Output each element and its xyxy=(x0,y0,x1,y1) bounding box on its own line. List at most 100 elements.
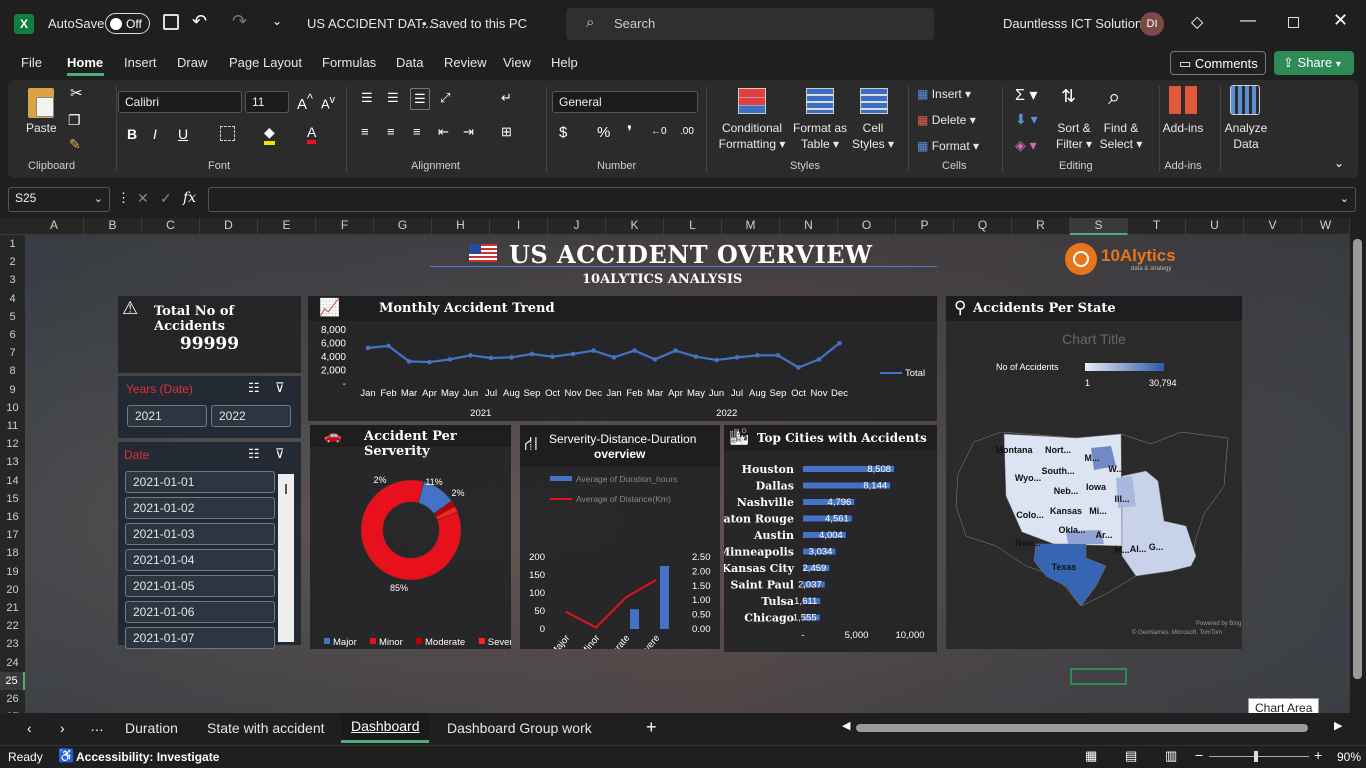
column-header-W[interactable]: W xyxy=(1302,218,1350,235)
years-slicer[interactable]: Years (Date) ☷ ⊽ 2021 2022 xyxy=(118,376,301,438)
dashboard-sheet[interactable]: US ACCIDENT OVERVIEW 10ALYTICS ANALYSIS … xyxy=(25,235,1350,713)
row-header-21[interactable]: 21 xyxy=(0,599,25,617)
sheet-tab-dashboard[interactable]: Dashboard xyxy=(351,718,420,734)
orientation-icon[interactable]: ⤢ xyxy=(440,90,450,106)
horizontal-scroll-thumb[interactable] xyxy=(856,724,1308,732)
column-header-A[interactable]: A xyxy=(25,218,84,235)
format-painter-icon[interactable]: ✎ xyxy=(69,136,81,153)
more-icon[interactable]: ⋮ xyxy=(117,190,130,206)
sheet-tab-state-with-accident[interactable]: State with accident xyxy=(207,720,325,736)
comma-icon[interactable]: ❜ xyxy=(627,122,632,142)
slicer-date-item[interactable]: 2021-01-01 xyxy=(125,471,275,493)
row-header-19[interactable]: 19 xyxy=(0,563,25,581)
slicer-year-2022[interactable]: 2022 xyxy=(211,405,291,427)
severity-distance-duration-chart[interactable]: ⛙ Serverity-Distance-Duration overview A… xyxy=(520,425,720,649)
row-header-12[interactable]: 12 xyxy=(0,435,25,453)
avatar[interactable]: DI xyxy=(1140,12,1164,36)
percent-icon[interactable]: % xyxy=(597,124,610,141)
page-break-view-icon[interactable]: ▥ xyxy=(1165,748,1177,764)
paste-button[interactable]: Paste xyxy=(26,120,57,136)
undo-icon[interactable]: ↶ xyxy=(192,11,207,32)
row-header-6[interactable]: 6 xyxy=(0,326,25,344)
row-header-26[interactable]: 26 xyxy=(0,690,25,708)
selected-cell-s25[interactable] xyxy=(1070,668,1127,685)
monthly-trend-chart[interactable]: 📈 Monthly Accident Trend 8,000 6,000 4,000… xyxy=(308,296,937,421)
collapse-ribbon-icon[interactable]: ⌄ xyxy=(1334,156,1344,170)
column-header-D[interactable]: D xyxy=(200,218,258,235)
column-header-H[interactable]: H xyxy=(432,218,490,235)
insert-cells-button[interactable]: ▦ Insert ▾ xyxy=(917,87,971,101)
align-right-icon[interactable]: ≡ xyxy=(413,124,421,139)
scroll-tabs-left-icon[interactable]: ‹ xyxy=(27,720,32,736)
page-layout-view-icon[interactable]: ▤ xyxy=(1125,748,1137,764)
account-org[interactable]: Dauntlesss ICT Solutions xyxy=(1003,16,1149,31)
font-color-icon[interactable]: A xyxy=(307,124,317,144)
slicer-date-item[interactable]: 2021-01-05 xyxy=(125,575,275,597)
multi-select-icon[interactable]: ☷ xyxy=(248,446,260,462)
save-icon[interactable] xyxy=(163,14,179,30)
name-box[interactable]: S25 ⌄ xyxy=(8,187,110,212)
tab-formulas[interactable]: Formulas xyxy=(322,55,376,70)
vertical-scrollbar[interactable] xyxy=(1350,235,1366,713)
conditional-formatting-button[interactable]: Conditional Formatting ▾ xyxy=(712,120,792,152)
restore-icon[interactable] xyxy=(1288,17,1299,28)
customize-qat-icon[interactable]: ⌄ xyxy=(272,14,282,28)
date-slicer[interactable]: Date ☷ ⊽ 2021-01-01 2021-01-02 2021-01-03 2… xyxy=(118,442,301,649)
row-header-11[interactable]: 11 xyxy=(0,417,25,435)
minimize-icon[interactable]: — xyxy=(1240,12,1256,30)
add-ins-button[interactable]: Add-ins xyxy=(1160,120,1206,136)
tab-view[interactable]: View xyxy=(503,55,531,70)
column-header-M[interactable]: M xyxy=(722,218,780,235)
row-header-7[interactable]: 7 xyxy=(0,344,25,362)
column-header-P[interactable]: P xyxy=(896,218,954,235)
sheet-tab-dashboard-group-work[interactable]: Dashboard Group work xyxy=(447,720,592,736)
column-header-G[interactable]: G xyxy=(374,218,432,235)
tab-insert[interactable]: Insert xyxy=(124,55,157,70)
align-bottom-icon[interactable]: ☰ xyxy=(410,88,430,110)
decrease-indent-icon[interactable]: ⇤ xyxy=(438,124,449,140)
shrink-font-icon[interactable]: Av xyxy=(321,94,335,111)
row-header-16[interactable]: 16 xyxy=(0,508,25,526)
column-header-B[interactable]: B xyxy=(84,218,142,235)
save-status[interactable]: • Saved to this PC xyxy=(422,16,527,31)
tab-draw[interactable]: Draw xyxy=(177,55,207,70)
row-header-23[interactable]: 23 xyxy=(0,635,25,653)
zoom-level[interactable]: 90% xyxy=(1337,750,1361,764)
top-cities-chart[interactable]: 🏙 Top Cities with Accidents Houston 8,508… xyxy=(724,425,937,652)
column-header-I[interactable]: I xyxy=(490,218,548,235)
delete-cells-button[interactable]: ▦ Delete ▾ xyxy=(917,113,976,127)
row-header-20[interactable]: 20 xyxy=(0,581,25,599)
cancel-entry-icon[interactable]: ✕ xyxy=(137,190,149,207)
slicer-date-item[interactable]: 2021-01-07 xyxy=(125,627,275,649)
column-header-O[interactable]: O xyxy=(838,218,896,235)
align-left-icon[interactable]: ≡ xyxy=(361,124,369,139)
format-cells-button[interactable]: ▦ Format ▾ xyxy=(917,139,979,153)
row-header-13[interactable]: 13 xyxy=(0,453,25,471)
merge-center-icon[interactable]: ⊞ xyxy=(501,124,512,140)
sheet-tab-duration[interactable]: Duration xyxy=(125,720,178,736)
accidents-per-state-map[interactable]: ⚲ Accidents Per State Chart Title No of … xyxy=(946,296,1242,649)
bold-icon[interactable]: B xyxy=(127,126,137,142)
scroll-thumb[interactable] xyxy=(285,484,287,494)
row-header-5[interactable]: 5 xyxy=(0,308,25,326)
row-header-18[interactable]: 18 xyxy=(0,544,25,562)
analyze-data-button[interactable]: Analyze Data xyxy=(1222,120,1270,152)
tab-page-layout[interactable]: Page Layout xyxy=(229,55,302,70)
slicer-date-item[interactable]: 2021-01-04 xyxy=(125,549,275,571)
find-select-button[interactable]: Find & Select ▾ xyxy=(1096,120,1146,152)
row-header-14[interactable]: 14 xyxy=(0,472,25,490)
slicer-date-item[interactable]: 2021-01-06 xyxy=(125,601,275,623)
font-size-dropdown[interactable]: 11 xyxy=(245,91,289,113)
italic-icon[interactable]: I xyxy=(153,126,157,142)
column-header-K[interactable]: K xyxy=(606,218,664,235)
more-sheets-icon[interactable]: … xyxy=(90,718,104,734)
align-middle-icon[interactable]: ☰ xyxy=(387,90,399,106)
paste-icon[interactable] xyxy=(28,88,54,118)
slicer-date-item[interactable]: 2021-01-03 xyxy=(125,523,275,545)
font-name-dropdown[interactable]: Calibri xyxy=(118,91,242,113)
file-name[interactable]: US ACCIDENT DAT... xyxy=(307,16,432,31)
clear-filter-icon[interactable]: ⊽ xyxy=(275,380,285,396)
align-top-icon[interactable]: ☰ xyxy=(361,90,373,106)
copy-icon[interactable]: ❐ xyxy=(68,112,81,129)
scroll-tabs-right-icon[interactable]: › xyxy=(60,720,65,736)
